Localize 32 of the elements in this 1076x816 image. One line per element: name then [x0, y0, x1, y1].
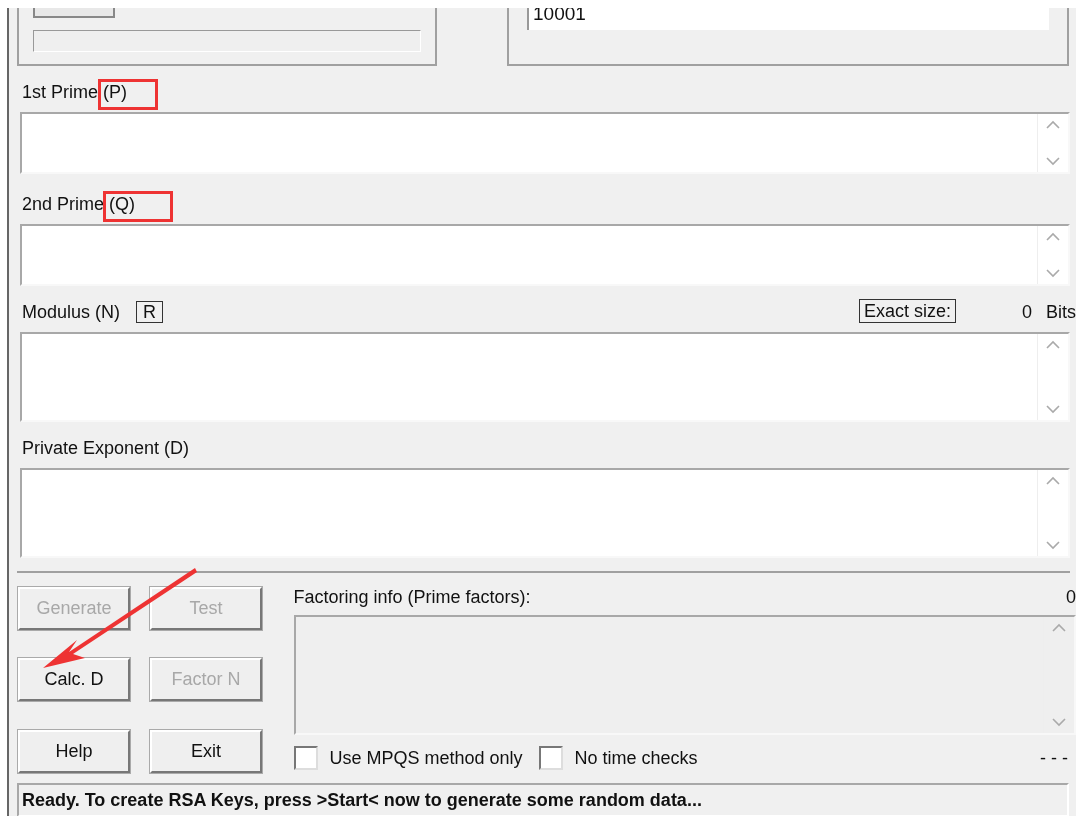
exact-size-label: Exact size: — [858, 299, 956, 323]
bits-value: 0 — [1021, 302, 1032, 323]
action-button[interactable]: Help — [18, 729, 130, 773]
text-area[interactable] — [20, 224, 1070, 286]
field-label: Modulus (N) — [22, 302, 121, 322]
scroll-up-icon[interactable] — [1046, 476, 1060, 485]
bits-unit: Bits — [1046, 302, 1076, 323]
scroll-down-icon[interactable] — [1046, 269, 1060, 278]
text-area[interactable] — [20, 112, 1070, 174]
scroll-up-icon[interactable] — [1046, 232, 1060, 241]
scroll-up-icon[interactable] — [1046, 340, 1060, 349]
field-label: Private Exponent (D) — [22, 438, 190, 458]
button[interactable] — [33, 8, 115, 18]
status-bar: Ready. To create RSA Keys, press >Start< now to generate some random data... — [17, 783, 1069, 816]
action-button[interactable]: Exit — [150, 729, 262, 773]
checkbox[interactable] — [293, 746, 318, 770]
checkbox-label: Use MPQS method only — [329, 747, 523, 769]
text-area[interactable] — [20, 468, 1070, 558]
field-label: 1st Prime (P) — [22, 82, 127, 102]
checkbox-label: No time checks — [574, 747, 698, 769]
scroll-down-icon[interactable] — [1046, 541, 1060, 550]
text-area[interactable] — [20, 332, 1070, 422]
r-button[interactable]: R — [136, 301, 164, 323]
scroll-down-icon[interactable] — [1046, 405, 1060, 414]
action-button[interactable]: Calc. D — [18, 658, 130, 702]
scroll-up-icon[interactable] — [1046, 120, 1060, 129]
field-label: 2nd Prime (Q) — [22, 194, 136, 214]
factor-count: 0 — [1066, 587, 1076, 608]
elapsed-indicator: - - - — [1040, 747, 1068, 769]
factoring-label: Factoring info (Prime factors): — [293, 587, 531, 608]
scroll-down-icon[interactable] — [1046, 157, 1060, 166]
checkbox[interactable] — [538, 746, 563, 770]
